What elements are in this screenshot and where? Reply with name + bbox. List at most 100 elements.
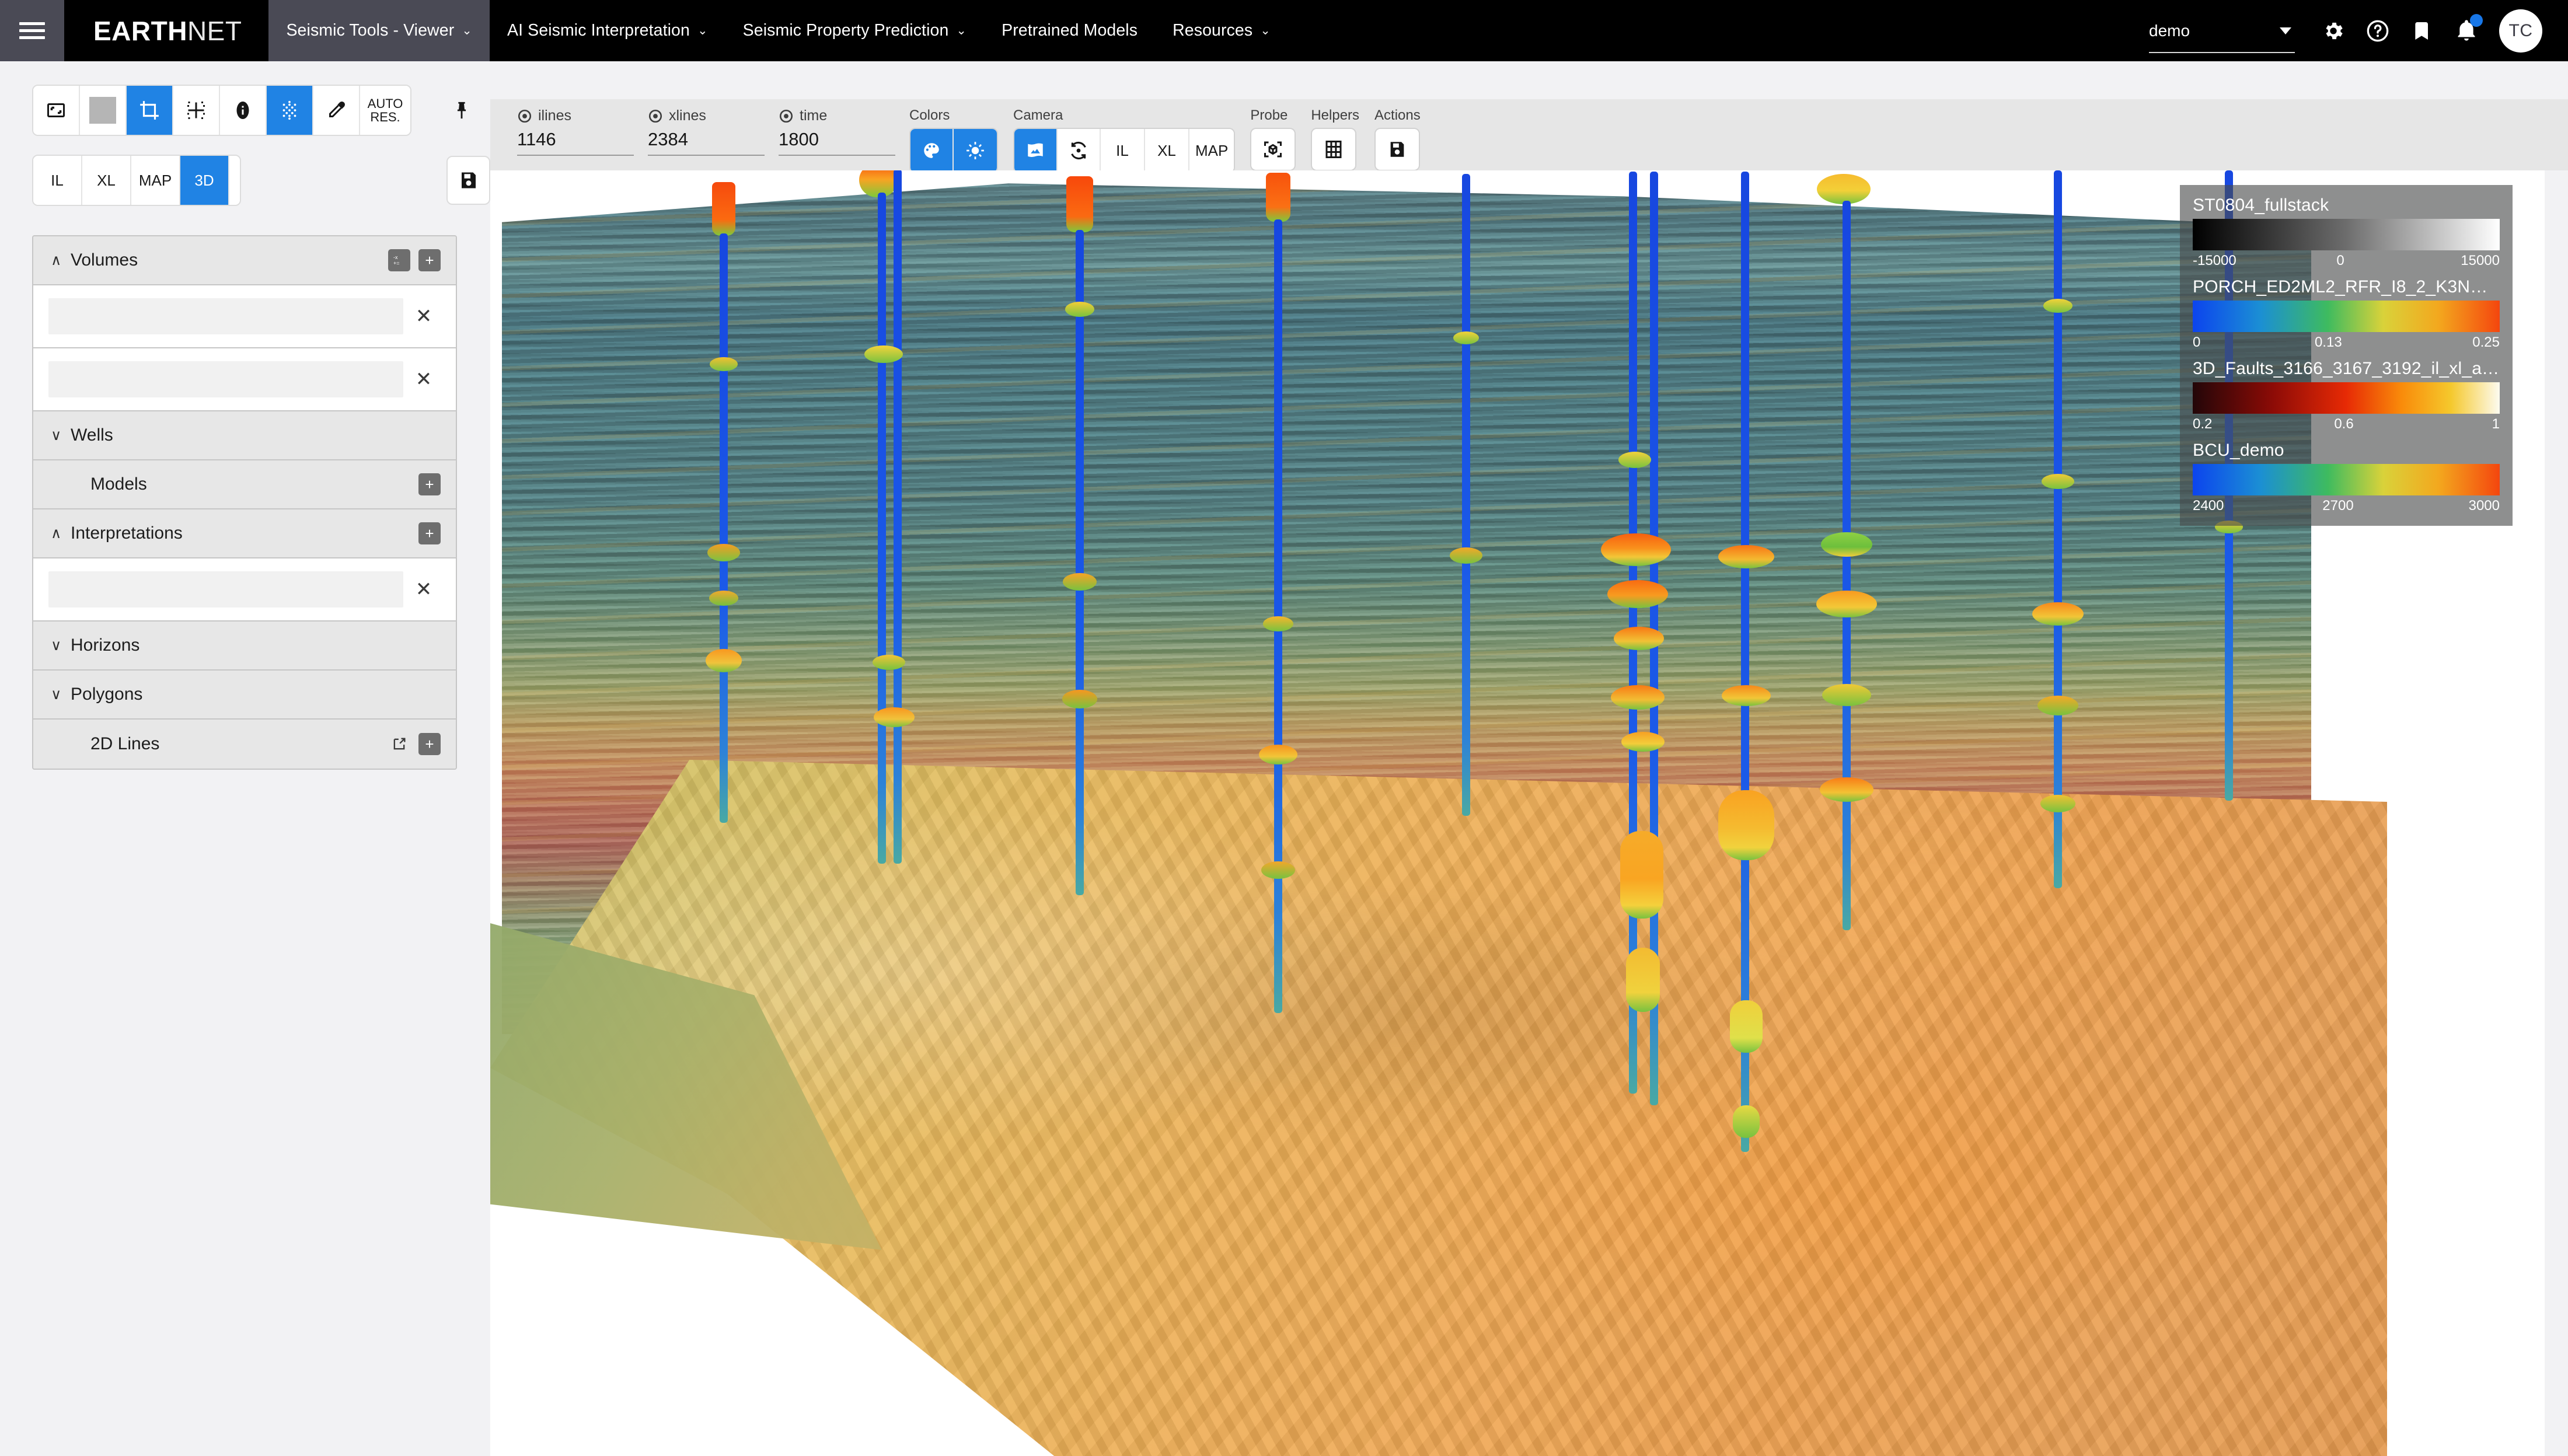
sidebar-section-volumes[interactable]: ∧ Volumes -x += + <box>33 236 456 285</box>
chevron-down-icon <box>2280 27 2291 34</box>
camera-view-il[interactable]: IL <box>1101 129 1145 172</box>
sidebar-section-polygons[interactable]: ∨ Polygons <box>33 671 456 720</box>
tool-row-viewmodes: IL XL MAP 3D <box>32 155 490 206</box>
volume-name-input[interactable] <box>48 298 403 334</box>
image-icon[interactable] <box>1014 129 1058 172</box>
calculator-icon[interactable]: -x += <box>388 249 410 271</box>
pin-icon[interactable] <box>444 93 479 128</box>
crop-icon[interactable] <box>127 86 173 135</box>
add-2d-line-button[interactable]: + <box>418 733 441 755</box>
nav-item-seismic-property-prediction[interactable]: Seismic Property Prediction ⌄ <box>725 0 984 61</box>
main-nav: Seismic Tools - Viewer ⌄ AI Seismic Inte… <box>268 0 1288 61</box>
actions-group-label: Actions <box>1374 107 1421 124</box>
eye-icon <box>648 109 663 124</box>
well-track[interactable] <box>1809 170 1873 952</box>
nav-item-ai-seismic-interpretation[interactable]: AI Seismic Interpretation ⌄ <box>490 0 725 61</box>
grid-icon[interactable] <box>1311 128 1356 171</box>
map-icon[interactable] <box>229 156 241 205</box>
auto-res-button[interactable]: AUTO RES. <box>360 86 410 135</box>
well-track[interactable] <box>1722 172 1780 1164</box>
camera-view-xl[interactable]: XL <box>1145 129 1189 172</box>
well-log-marker <box>1733 1105 1760 1138</box>
time-field[interactable]: time 1800 <box>779 107 895 156</box>
bookmark-icon[interactable] <box>2400 9 2444 53</box>
nav-item-pretrained-models[interactable]: Pretrained Models <box>984 0 1155 61</box>
cube-scan-icon[interactable] <box>1250 128 1296 171</box>
legend-tick-min: 2400 <box>2193 498 2224 514</box>
sidebar-section-wells[interactable]: ∨ Wells <box>33 411 456 460</box>
save-icon[interactable] <box>1374 128 1420 171</box>
add-interpretation-button[interactable]: + <box>418 522 441 544</box>
workspace-select[interactable]: demo <box>2149 22 2295 40</box>
sidebar-section-horizons[interactable]: ∨ Horizons <box>33 621 456 671</box>
well-track[interactable] <box>1447 174 1485 827</box>
color-swatch[interactable] <box>80 86 127 135</box>
well-track[interactable] <box>706 182 741 824</box>
remove-interpretation-button[interactable]: ✕ <box>403 578 444 601</box>
fit-screen-icon[interactable] <box>33 86 80 135</box>
help-icon[interactable] <box>2356 9 2400 53</box>
remove-volume-button[interactable]: ✕ <box>403 368 444 391</box>
well-track[interactable] <box>2037 170 2084 906</box>
well-log-marker <box>1601 533 1671 566</box>
xlines-field[interactable]: xlines 2384 <box>648 107 765 156</box>
palette-icon[interactable] <box>910 129 954 172</box>
helpers-group-label: Helpers <box>1311 107 1359 124</box>
well-bore <box>1843 201 1851 930</box>
well-log-marker <box>1621 732 1665 752</box>
info-icon[interactable] <box>220 86 267 135</box>
colors-group: Colors <box>909 107 998 173</box>
seismic-3d-canvas[interactable]: ST0804_fullstack -15000 0 15000 PORCH_ED… <box>490 170 2545 1456</box>
view-mode-il[interactable]: IL <box>33 156 82 205</box>
nav-label: Pretrained Models <box>1002 21 1138 40</box>
legend-entry: ST0804_fullstack -15000 0 15000 <box>2193 195 2500 269</box>
well-track[interactable] <box>1611 172 1681 1117</box>
hamburger-icon[interactable] <box>0 0 64 61</box>
well-log-marker <box>1618 452 1651 468</box>
volume-name-input[interactable] <box>48 361 403 397</box>
grid-crosshair-icon[interactable] <box>173 86 220 135</box>
view-mode-3d[interactable]: 3D <box>180 156 229 205</box>
legend-tick-max: 3000 <box>2469 498 2500 514</box>
svg-text:+=: += <box>393 260 400 266</box>
legend-tick-min: -15000 <box>2193 253 2236 269</box>
nav-item-seismic-tools-viewer[interactable]: Seismic Tools - Viewer ⌄ <box>268 0 490 61</box>
well-track[interactable] <box>1062 176 1097 900</box>
sidebar-section-2d-lines[interactable]: 2D Lines + <box>33 720 456 769</box>
brightness-icon[interactable] <box>954 129 997 172</box>
sidebar-section-interpretations[interactable]: ∧ Interpretations + <box>33 509 456 558</box>
add-volume-button[interactable]: + <box>418 249 441 271</box>
section-actions: + <box>418 473 441 495</box>
colors-buttons <box>909 128 998 173</box>
well-bore <box>1462 174 1470 816</box>
camera-group-label: Camera <box>1013 107 1235 124</box>
ilines-field[interactable]: ilines 1146 <box>517 107 634 156</box>
sidebar-section-models[interactable]: Models + <box>33 460 456 509</box>
nav-item-resources[interactable]: Resources ⌄ <box>1155 0 1288 61</box>
ilines-value: 1146 <box>517 129 634 150</box>
well-log-marker <box>1730 1000 1763 1053</box>
bell-icon[interactable] <box>2444 9 2489 53</box>
brand-logo: EARTHNET <box>64 0 268 61</box>
chevron-up-icon: ∧ <box>51 525 71 542</box>
well-log-marker <box>1611 685 1665 710</box>
gear-icon[interactable] <box>2311 9 2356 53</box>
well-track[interactable] <box>1261 173 1296 1019</box>
save-icon[interactable] <box>446 156 490 205</box>
add-model-button[interactable]: + <box>418 473 441 495</box>
view-mode-map[interactable]: MAP <box>131 156 180 205</box>
dot-grid-icon[interactable] <box>267 86 313 135</box>
view-mode-xl[interactable]: XL <box>82 156 131 205</box>
eyedropper-icon[interactable] <box>313 86 360 135</box>
avatar[interactable]: TC <box>2499 9 2542 53</box>
remove-volume-button[interactable]: ✕ <box>403 305 444 328</box>
well-log-marker <box>874 707 915 727</box>
rotate-3d-icon[interactable] <box>1058 129 1101 172</box>
well-track[interactable] <box>864 170 916 865</box>
interpretation-name-input[interactable] <box>48 571 403 607</box>
chevron-down-icon: ⌄ <box>697 23 708 38</box>
nav-label: AI Seismic Interpretation <box>507 21 690 40</box>
camera-view-map[interactable]: MAP <box>1189 129 1234 172</box>
well-log-marker <box>1453 331 1479 344</box>
external-link-icon[interactable] <box>388 733 410 755</box>
